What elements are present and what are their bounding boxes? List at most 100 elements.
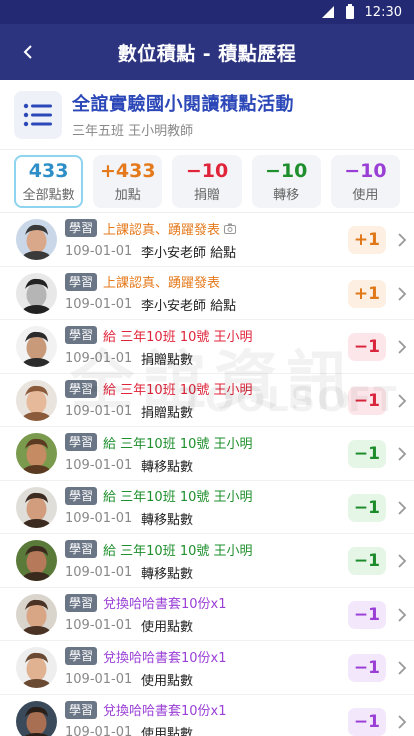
history-row[interactable]: 學習 給 三年10班 10號 王小明 109-01-01 捐贈點數 −1 (0, 374, 414, 427)
avatar (16, 379, 57, 421)
stat-value: −10 (344, 159, 387, 182)
stat-transfer[interactable]: −10 轉移 (251, 154, 321, 208)
back-button[interactable] (14, 38, 42, 66)
avatar (16, 486, 57, 528)
stat-total[interactable]: 433 全部點數 (14, 154, 84, 208)
record-source: 轉移點數 (141, 513, 194, 528)
record-date: 109-01-01 (65, 511, 133, 526)
record-date: 109-01-01 (65, 671, 133, 687)
avatar (16, 272, 57, 314)
history-row[interactable]: 學習 上課認真、踴躍發表 109-01-01 李小安老師 給點 +1 (0, 213, 414, 267)
camera-icon[interactable] (224, 223, 237, 234)
stat-use[interactable]: −10 使用 (330, 154, 400, 208)
category-tag: 學習 (65, 219, 98, 237)
avatar (16, 700, 57, 736)
record-description: 給 三年10班 10號 王小明 (103, 543, 253, 559)
record-source: 捐贈點數 (141, 406, 194, 421)
category-tag: 學習 (65, 540, 98, 558)
stat-label: 捐贈 (193, 187, 220, 203)
record-date: 109-01-01 (65, 350, 133, 366)
event-header: 全誼實驗國小閱讀積點活動 三年五班 王小明教師 (0, 80, 414, 150)
stat-donate[interactable]: −10 捐贈 (172, 154, 242, 208)
record-date: 109-01-01 (65, 564, 133, 580)
category-tag: 學習 (65, 326, 98, 344)
record-date: 109-01-01 (65, 404, 133, 419)
list-icon (14, 90, 62, 139)
category-tag: 學習 (65, 379, 98, 398)
record-source: 使用點數 (141, 673, 194, 689)
record-source: 李小安老師 給點 (141, 299, 237, 314)
chevron-right-icon (398, 661, 407, 675)
history-row[interactable]: 學習 給 三年10班 10號 王小明 109-01-01 轉移點數 −1 (0, 427, 414, 481)
category-tag: 學習 (65, 272, 98, 291)
chevron-right-icon (398, 393, 407, 408)
points-badge: −1 (347, 707, 386, 736)
record-description: 給 三年10班 10號 王小明 (103, 329, 253, 345)
category-tag: 學習 (65, 700, 98, 719)
chevron-left-icon (23, 45, 32, 59)
record-description: 給 三年10班 10號 王小明 (103, 490, 253, 505)
status-time: 12:30 (364, 4, 402, 20)
stat-value: +433 (100, 159, 156, 182)
history-row[interactable]: 學習 兌換哈哈書套10份x1 109-01-01 使用點數 −1 (0, 641, 414, 695)
history-row[interactable]: 學習 給 三年10班 10號 王小明 109-01-01 轉移點數 −1 (0, 534, 414, 588)
history-row[interactable]: 學習 兌換哈哈書套10份x1 109-01-01 使用點數 −1 (0, 588, 414, 641)
points-badge: +1 (347, 226, 386, 254)
event-class-teacher: 三年五班 王小明教師 (72, 124, 194, 139)
stat-label: 加點 (114, 187, 141, 203)
points-badge: −1 (347, 654, 386, 682)
stat-label: 轉移 (273, 187, 300, 203)
chevron-right-icon (398, 447, 407, 461)
category-tag: 學習 (65, 486, 98, 505)
stat-label: 使用 (352, 187, 379, 203)
record-date: 109-01-01 (65, 725, 133, 736)
chevron-right-icon (398, 233, 407, 247)
chevron-right-icon (398, 286, 407, 301)
avatar (16, 326, 57, 367)
battery-icon (345, 4, 355, 20)
avatar (16, 433, 57, 474)
page-title: 數位積點 - 積點歷程 (117, 42, 297, 65)
history-row[interactable]: 學習 兌換哈哈書套10份x1 109-01-01 使用點數 −1 (0, 695, 414, 736)
record-source: 使用點數 (141, 620, 194, 635)
record-description: 兌換哈哈書套10份x1 (103, 650, 227, 666)
points-badge: −1 (347, 600, 386, 629)
avatar (16, 593, 57, 635)
record-source: 轉移點數 (141, 459, 194, 475)
record-description: 兌換哈哈書套10份x1 (103, 597, 227, 612)
stat-add[interactable]: +433 加點 (93, 154, 163, 208)
record-description: 上課認真、踴躍發表 (103, 222, 221, 238)
record-description: 兌換哈哈書套10份x1 (103, 704, 227, 719)
app-bar: 數位積點 - 積點歷程 (0, 24, 414, 80)
history-row[interactable]: 學習 給 三年10班 10號 王小明 109-01-01 捐贈點數 −1 (0, 320, 414, 374)
record-date: 109-01-01 (65, 243, 133, 259)
avatar (16, 540, 57, 581)
status-bar: 12:30 (0, 0, 414, 24)
points-badge: −1 (347, 333, 386, 361)
event-name: 全誼實驗國小閱讀積點活動 (72, 94, 294, 115)
record-description: 給 三年10班 10號 王小明 (103, 383, 253, 398)
points-badge: −1 (347, 386, 386, 415)
record-source: 使用點數 (141, 727, 194, 736)
chevron-right-icon (398, 607, 407, 622)
chevron-right-icon (398, 500, 407, 515)
stat-value: −10 (185, 159, 229, 182)
points-summary: 433 全部點數 +433 加點 −10 捐贈 −10 轉移 −10 使用 (0, 150, 414, 213)
stat-value: −10 (265, 159, 308, 182)
record-source: 李小安老師 給點 (141, 245, 237, 261)
record-description: 上課認真、踴躍發表 (103, 276, 221, 291)
points-badge: −1 (347, 493, 386, 522)
category-tag: 學習 (65, 593, 98, 612)
stat-label: 全部點數 (22, 187, 75, 203)
signal-icon (321, 5, 335, 19)
record-date: 109-01-01 (65, 618, 133, 633)
points-badge: +1 (347, 279, 386, 308)
record-date: 109-01-01 (65, 297, 133, 312)
chevron-right-icon (398, 554, 407, 568)
history-row[interactable]: 學習 給 三年10班 10號 王小明 109-01-01 轉移點數 −1 (0, 481, 414, 534)
record-date: 109-01-01 (65, 457, 133, 473)
avatar (16, 219, 57, 260)
chevron-right-icon (398, 340, 407, 354)
history-row[interactable]: 學習 上課認真、踴躍發表 109-01-01 李小安老師 給點 +1 (0, 267, 414, 320)
record-source: 捐贈點數 (141, 352, 194, 368)
